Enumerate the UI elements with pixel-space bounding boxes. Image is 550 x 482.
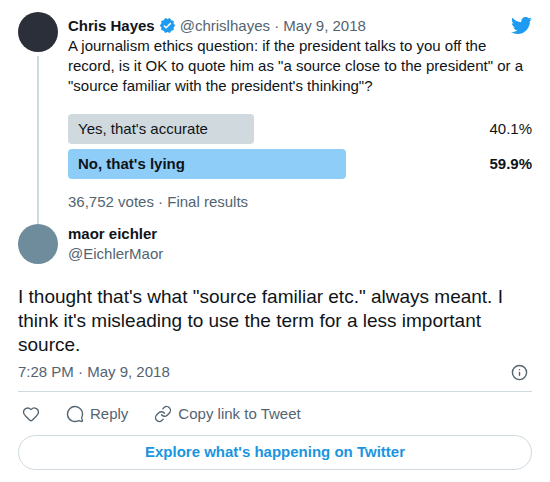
poll-percent: 40.1% <box>481 118 532 141</box>
poll-summary: 36,752 votes · Final results <box>68 192 532 212</box>
author-meta[interactable]: @chrislhayes · May 9, 2018 <box>180 16 366 36</box>
heart-icon <box>22 405 40 423</box>
poll-percent: 59.9% <box>481 153 532 176</box>
thread-line <box>37 56 39 224</box>
timestamp[interactable]: 7:28 PM · May 9, 2018 <box>18 362 170 382</box>
parent-tweet: Chris Hayes @chrislhayes · May 9, 2018A j… <box>18 12 532 224</box>
explore-button[interactable]: Explore what's happening on Twitter <box>18 435 532 470</box>
verified-icon <box>159 17 176 34</box>
poll-bar: No, that's lying <box>68 149 346 179</box>
avatar[interactable] <box>18 12 58 52</box>
reply-tweet: maor eichler@EichlerMaor I thought that's… <box>18 224 532 470</box>
reply-icon <box>66 405 84 423</box>
poll-option: Yes, that's accurate 40.1% <box>68 114 532 144</box>
action-bar: Reply Copy link to Tweet <box>18 404 532 424</box>
poll: Yes, that's accurate 40.1% No, that's lyin… <box>68 114 532 179</box>
tweet-embed: Chris Hayes @chrislhayes · May 9, 2018A j… <box>0 0 550 482</box>
poll-option: No, that's lying 59.9% <box>68 149 532 179</box>
reply-action[interactable]: Reply <box>66 404 128 424</box>
avatar[interactable] <box>18 224 58 264</box>
link-icon <box>154 405 172 423</box>
tweet-text: A journalism ethics question: if the pre… <box>68 36 532 96</box>
author-name[interactable]: maor eichler <box>68 224 163 244</box>
copy-action[interactable]: Copy link to Tweet <box>154 404 300 424</box>
reply-text: I thought that's what "source familiar e… <box>18 285 532 357</box>
divider <box>18 391 532 392</box>
author-handle[interactable]: @EichlerMaor <box>68 244 163 264</box>
author-name[interactable]: Chris Hayes <box>68 16 155 36</box>
info-icon[interactable] <box>511 364 528 381</box>
twitter-bird-icon[interactable] <box>511 15 532 36</box>
poll-bar: Yes, that's accurate <box>68 114 254 144</box>
like-action[interactable] <box>22 405 40 423</box>
